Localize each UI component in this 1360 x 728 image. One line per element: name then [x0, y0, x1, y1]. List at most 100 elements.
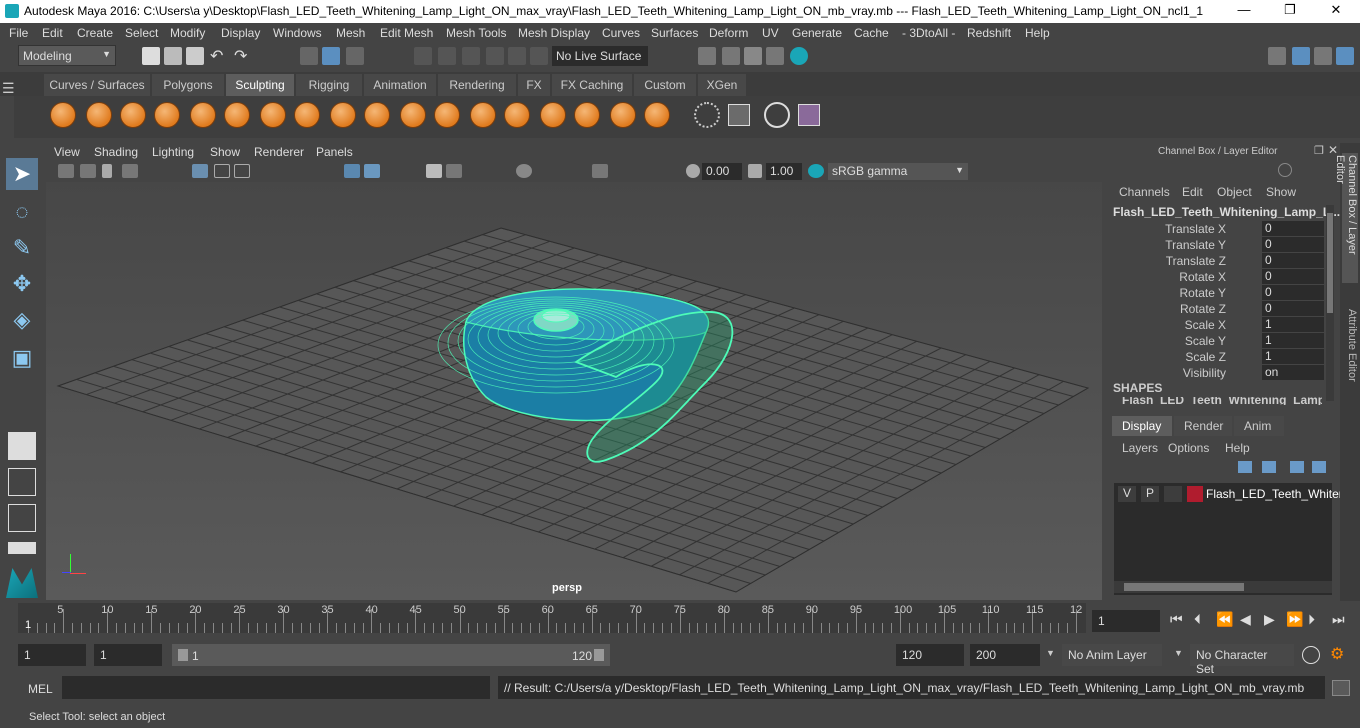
wireframe-icon[interactable] [344, 164, 360, 178]
lights-icon[interactable] [446, 164, 462, 178]
time-slider[interactable]: 5 10 15 20 25 30 35 40 45 50 55 60 65 70 75 80 85 90 95 100… [18, 603, 1086, 633]
attr-translate-y[interactable]: Translate Y 0 [1108, 237, 1340, 253]
blend-shape-icon[interactable] [764, 102, 790, 128]
outliner-layout-icon[interactable] [8, 542, 36, 554]
camera-attributes-icon[interactable] [80, 164, 96, 178]
range-slider-start-handle[interactable] [178, 649, 188, 661]
viewport-menu-show[interactable]: Show [210, 145, 240, 159]
shelf-settings-icon[interactable]: ☰ [2, 80, 15, 97]
snap-surface-icon[interactable] [508, 47, 526, 65]
ipr-icon[interactable] [744, 47, 762, 65]
anim-layer-select[interactable]: No Anim Layer [1062, 644, 1162, 666]
scrape-tool-icon[interactable] [434, 102, 460, 128]
render-ipr-icon[interactable] [722, 47, 740, 65]
attr-rotate-x[interactable]: Rotate X 0 [1108, 269, 1340, 285]
attr-value[interactable]: 1 [1262, 333, 1324, 348]
layer-hscroll[interactable] [1114, 581, 1332, 593]
layer-menu-layers[interactable]: Layers [1122, 441, 1158, 455]
color-management-icon[interactable] [808, 164, 824, 178]
grid-toggle-icon[interactable] [192, 164, 208, 178]
restore-button[interactable]: ❐ [1270, 2, 1310, 18]
menu-curves[interactable]: Curves [602, 26, 640, 40]
tab-curves-surfaces[interactable]: Curves / Surfaces [44, 74, 150, 96]
four-view-layout-icon[interactable] [8, 468, 36, 496]
bookmark-icon[interactable] [102, 164, 112, 178]
attr-value[interactable]: 0 [1262, 301, 1324, 316]
attr-scale-z[interactable]: Scale Z 1 [1108, 349, 1340, 365]
channel-menu-show[interactable]: Show [1266, 185, 1296, 199]
lasso-tool-icon[interactable]: ◌ [6, 196, 38, 228]
channel-menu-object[interactable]: Object [1217, 185, 1252, 199]
playback-end-field[interactable]: 120 [896, 644, 964, 666]
tab-channel-box-vertical[interactable]: Channel Box / Layer Editor [1334, 153, 1358, 283]
chevron-down-icon[interactable]: ▼ [1046, 648, 1055, 658]
smooth-shade-icon[interactable] [364, 164, 380, 178]
viewport-persp[interactable]: persp [46, 182, 1102, 600]
channel-scrollbar[interactable] [1326, 205, 1334, 401]
new-layer-selected-icon[interactable] [1312, 461, 1326, 473]
step-back-icon[interactable]: ⏴ [1194, 611, 1201, 628]
layer-color-swatch[interactable] [1187, 486, 1203, 502]
menu-surfaces[interactable]: Surfaces [651, 26, 698, 40]
grab-tool-icon[interactable] [154, 102, 180, 128]
tab-xgen[interactable]: XGen [698, 74, 746, 96]
move-tool-icon[interactable]: ✥ [6, 268, 38, 300]
menu-cache[interactable]: Cache [854, 26, 889, 40]
tab-custom[interactable]: Custom [634, 74, 696, 96]
attr-value[interactable]: 0 [1262, 253, 1324, 268]
menu-redshift[interactable]: Redshift [967, 26, 1011, 40]
menu-edit-mesh[interactable]: Edit Mesh [380, 26, 433, 40]
redo-icon[interactable]: ↷ [234, 46, 247, 66]
gamma-field[interactable]: 1.00 [766, 163, 802, 180]
tab-animation[interactable]: Animation [364, 74, 436, 96]
attr-translate-z[interactable]: Translate Z 0 [1108, 253, 1340, 269]
move-layer-down-icon[interactable] [1262, 461, 1276, 473]
attr-visibility[interactable]: Visibility on [1108, 365, 1340, 381]
select-tool-icon[interactable]: ➤ [6, 158, 38, 190]
menu-modify[interactable]: Modify [170, 26, 205, 40]
go-to-start-icon[interactable]: ⏮ [1170, 611, 1183, 628]
spray-tool-icon[interactable] [294, 102, 320, 128]
layer-menu-options[interactable]: Options [1168, 441, 1209, 455]
playback-start-field[interactable]: 1 [94, 644, 162, 666]
select-hierarchy-icon[interactable] [300, 47, 318, 65]
menu-deform[interactable]: Deform [709, 26, 748, 40]
tab-polygons[interactable]: Polygons [152, 74, 224, 96]
mel-input[interactable] [62, 676, 490, 699]
layer-tab-anim[interactable]: Anim [1234, 416, 1284, 436]
current-frame-field[interactable]: 1 [1092, 610, 1160, 632]
tab-rigging[interactable]: Rigging [296, 74, 362, 96]
snap-view-icon[interactable] [486, 47, 504, 65]
tab-fx[interactable]: FX [518, 74, 550, 96]
wax-tool-icon[interactable] [400, 102, 426, 128]
flatten-tool-icon[interactable] [224, 102, 250, 128]
step-forward-icon[interactable]: ⏵ [1308, 611, 1315, 628]
world-axis-icon[interactable] [1278, 163, 1292, 177]
menu-display[interactable]: Display [221, 26, 260, 40]
color-space-select[interactable]: sRGB gamma ▼ [828, 163, 968, 180]
menu-create[interactable]: Create [77, 26, 113, 40]
layer-type-toggle[interactable] [1164, 486, 1182, 502]
render-frame-icon[interactable] [698, 47, 716, 65]
sculpt-layer-icon[interactable] [798, 104, 820, 126]
attr-rotate-y[interactable]: Rotate Y 0 [1108, 285, 1340, 301]
new-layer-icon[interactable] [1290, 461, 1304, 473]
layer-menu-help[interactable]: Help [1225, 441, 1250, 455]
tab-sculpting[interactable]: Sculpting [226, 74, 294, 96]
auto-key-icon[interactable] [1302, 646, 1320, 664]
foamy-tool-icon[interactable] [260, 102, 286, 128]
menu-3dtoall[interactable]: - 3DtoAll - [902, 26, 955, 40]
close-button[interactable]: ✕ [1316, 2, 1356, 18]
attr-value[interactable]: 0 [1262, 269, 1324, 284]
menu-file[interactable]: File [9, 26, 28, 40]
attr-value[interactable]: 0 [1262, 221, 1324, 236]
rotate-tool-icon[interactable]: ◈ [6, 304, 38, 336]
repeat-tool-icon[interactable] [330, 102, 356, 128]
menu-mesh[interactable]: Mesh [336, 26, 365, 40]
workspace-icon[interactable] [1268, 47, 1286, 65]
render-settings-icon[interactable] [766, 47, 784, 65]
viewport-menu-lighting[interactable]: Lighting [152, 145, 194, 159]
menu-uv[interactable]: UV [762, 26, 779, 40]
gamma-icon[interactable] [748, 164, 762, 178]
layer-tab-render[interactable]: Render [1174, 416, 1232, 436]
